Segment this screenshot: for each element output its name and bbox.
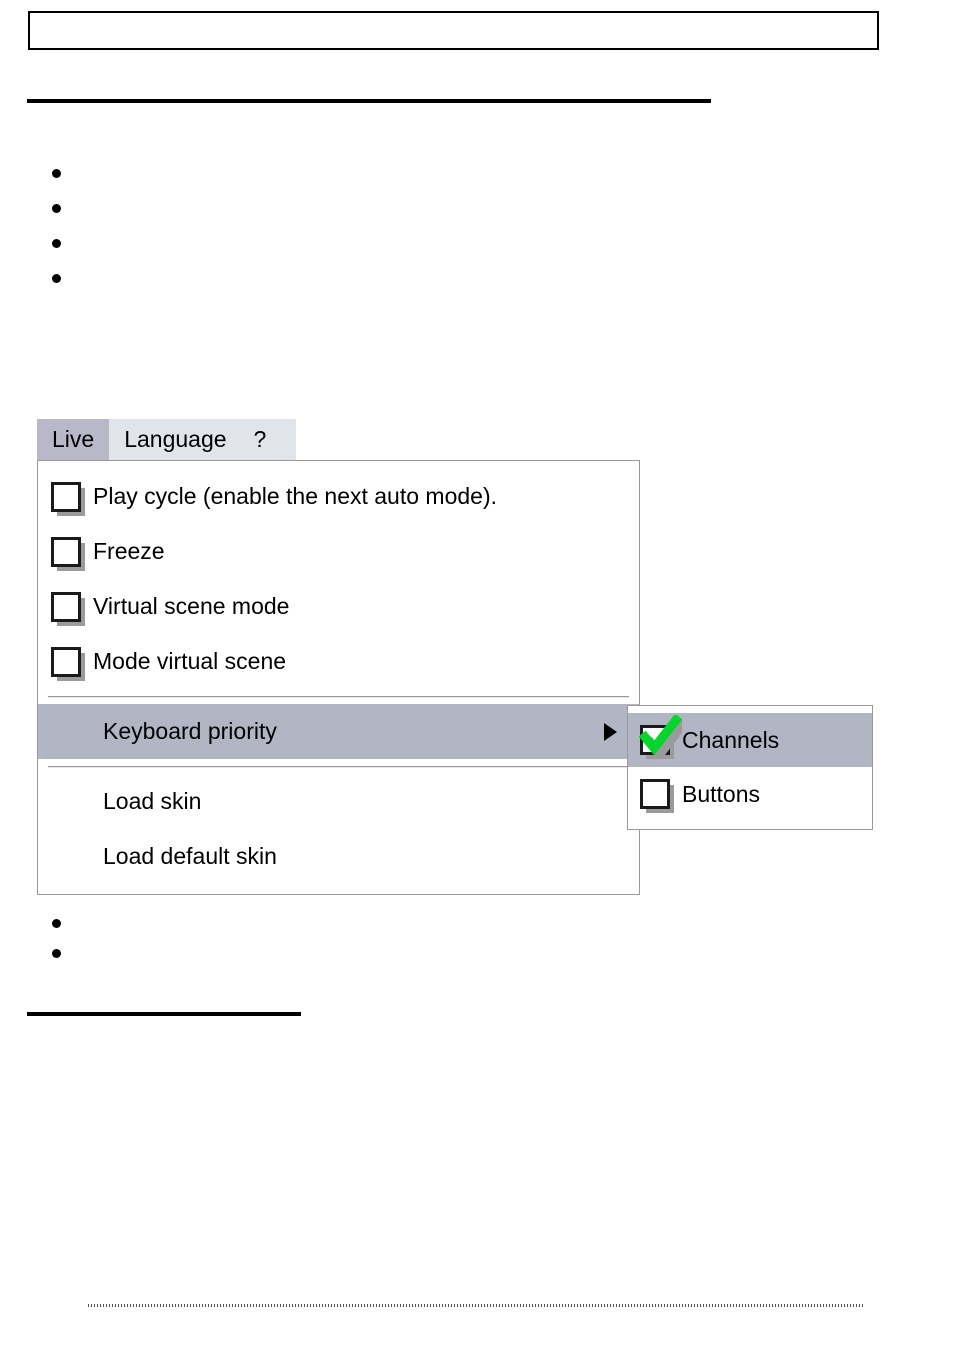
menu-item-load-skin[interactable]: Load skin [38,774,639,829]
menu-bar: Live Language ? [37,419,296,460]
menu-item-load-default-skin[interactable]: Load default skin [38,829,639,884]
list-item [0,938,72,968]
menu-item-label: Mode virtual scene [93,648,287,674]
menu-item-keyboard-priority[interactable]: Keyboard priority [38,704,639,759]
list-item [0,190,72,225]
menu-bar-item-live[interactable]: Live [37,419,110,460]
menu-bar-item-language[interactable]: Language [109,419,241,460]
menu-separator [48,696,629,698]
submenu-item-channels[interactable]: Channels [628,713,872,767]
checkbox-unchecked-icon[interactable] [51,536,85,571]
menu-item-virtual-scene-mode[interactable]: Virtual scene mode [38,579,639,634]
menu-item-label: Keyboard priority [103,718,277,744]
live-menu-widget: Live Language ? Play cycle (enable the n… [37,419,873,895]
checkbox-unchecked-icon[interactable] [51,481,85,516]
checkbox-unchecked-icon[interactable] [51,591,85,626]
bullet-list-bottom [0,908,72,968]
menu-item-label: Load skin [103,788,202,814]
checkbox-unchecked-icon[interactable] [640,779,674,813]
menu-item-label: Load default skin [103,843,277,869]
footer-dotted-rule [88,1304,865,1307]
menu-item-mode-virtual-scene[interactable]: Mode virtual scene [38,634,639,689]
menu-item-freeze[interactable]: Freeze [38,524,639,579]
list-item [0,260,72,295]
list-item [0,225,72,260]
menu-separator [48,766,629,768]
checkbox-checked-icon[interactable] [638,715,682,759]
menu-item-play-cycle[interactable]: Play cycle (enable the next auto mode). [38,469,639,524]
live-dropdown-panel: Play cycle (enable the next auto mode). … [37,460,640,895]
checkbox-unchecked-icon[interactable] [51,646,85,681]
menu-item-label: Play cycle (enable the next auto mode). [93,483,498,509]
submenu-item-buttons[interactable]: Buttons [628,767,872,821]
list-item [0,155,72,190]
heading-rule-bottom [27,1012,301,1016]
chevron-right-icon [604,722,617,741]
submenu-item-label: Channels [670,726,780,754]
submenu-item-label: Buttons [682,780,760,807]
menu-bar-item-help[interactable]: ? [242,419,281,460]
keyboard-priority-submenu: Channels Buttons [627,705,873,830]
document-header-box [28,11,879,50]
heading-rule-top [27,99,711,103]
menu-item-label: Virtual scene mode [93,593,290,619]
menu-item-label: Freeze [93,538,165,564]
bullet-list-top [0,155,72,295]
list-item [0,908,72,938]
